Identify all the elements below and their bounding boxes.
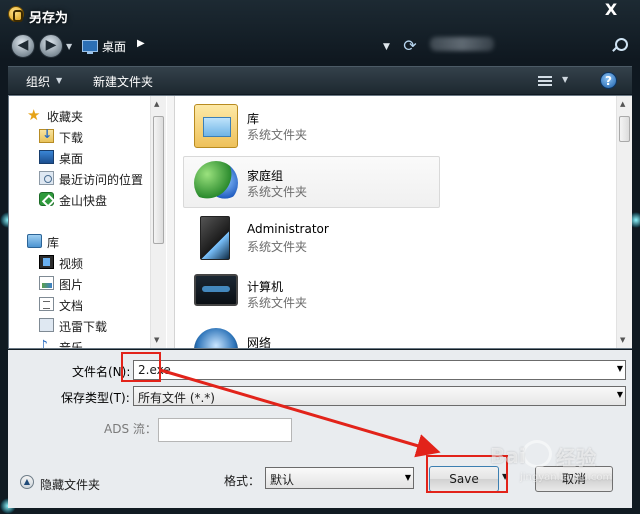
annotation-arrow (159, 368, 441, 458)
watermark-text-prefix: Bai (490, 444, 526, 468)
watermark-logo: 经验 Bai jingyan.baidu.com (490, 440, 620, 490)
watermark-subtext: jingyan.baidu.com (520, 472, 613, 483)
paw-icon (522, 440, 552, 468)
save-as-dialog: 另存为 X ◀ ▶ ▼ 桌面 ▶ ▼ ⟳ 组织 ▼ 新建文件夹 ▼ ? ★ 收藏… (0, 0, 640, 514)
watermark-text: 经验 (556, 446, 596, 470)
